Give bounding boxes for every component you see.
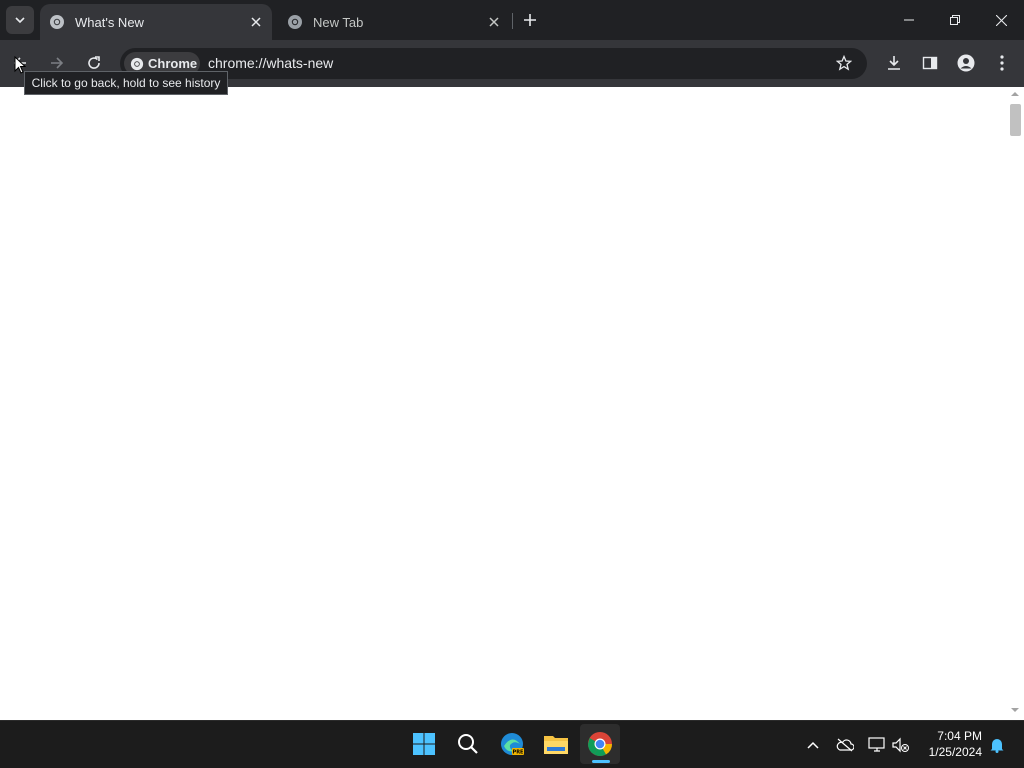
page-content[interactable]	[0, 87, 1007, 720]
restore-button[interactable]	[940, 6, 970, 34]
taskbar-edge-button[interactable]: PRE	[492, 724, 532, 764]
taskbar-search-button[interactable]	[448, 724, 488, 764]
tab-separator	[512, 13, 513, 29]
chevron-down-icon	[15, 17, 25, 24]
volume-tray-button[interactable]	[890, 734, 912, 756]
close-icon	[995, 14, 1007, 26]
mouse-cursor-icon	[14, 56, 26, 74]
profile-icon	[957, 54, 975, 72]
side-panel-button[interactable]	[916, 49, 944, 77]
restore-icon	[950, 15, 960, 25]
clock-time: 7:04 PM	[937, 729, 982, 743]
taskbar-file-explorer-button[interactable]	[536, 724, 576, 764]
bookmark-button[interactable]	[830, 49, 858, 77]
tab-title: New Tab	[313, 14, 364, 30]
network-tray-button[interactable]	[866, 734, 888, 756]
downloads-button[interactable]	[880, 49, 908, 77]
side-panel-icon	[922, 56, 938, 70]
tab-title: What's New	[75, 14, 144, 30]
edge-icon: PRE	[501, 733, 525, 756]
close-window-button[interactable]	[986, 6, 1016, 34]
network-icon	[868, 737, 885, 752]
taskbar-chrome-button[interactable]	[580, 724, 620, 764]
close-icon	[251, 17, 261, 27]
minimize-icon	[904, 19, 914, 21]
show-hidden-icons-button[interactable]	[802, 734, 824, 756]
menu-button[interactable]	[988, 49, 1016, 77]
tab-new-tab[interactable]: New Tab	[278, 4, 510, 40]
search-icon	[458, 734, 478, 754]
tab-search-button[interactable]	[6, 6, 34, 34]
active-app-indicator	[592, 760, 610, 763]
start-button[interactable]	[404, 724, 444, 764]
system-clock[interactable]: 7:04 PM 1/25/2024	[914, 728, 982, 760]
windows-start-icon	[413, 733, 435, 755]
reload-icon	[88, 56, 100, 69]
tab-close-button[interactable]	[484, 12, 504, 32]
tab-close-button[interactable]	[246, 12, 266, 32]
star-icon	[836, 55, 852, 71]
forward-arrow-icon	[51, 57, 64, 69]
svg-text:PRE: PRE	[513, 750, 525, 756]
profile-button[interactable]	[952, 49, 980, 77]
chrome-icon	[588, 732, 612, 757]
download-icon	[888, 56, 900, 70]
notification-bell-icon	[990, 739, 1004, 753]
file-explorer-icon	[544, 736, 568, 754]
scroll-down-arrow-icon[interactable]	[1009, 706, 1021, 714]
minimize-button[interactable]	[894, 6, 924, 34]
more-vert-icon	[1000, 55, 1004, 71]
site-chip-label: Chrome	[148, 56, 198, 71]
scrollbar[interactable]	[1007, 87, 1024, 720]
chrome-logo-icon	[130, 57, 144, 70]
onedrive-icon	[836, 738, 854, 752]
onedrive-tray-button[interactable]	[834, 734, 856, 756]
chrome-logo-icon	[288, 15, 302, 29]
chevron-up-icon	[807, 741, 819, 749]
new-tab-button[interactable]	[520, 10, 540, 30]
scrollbar-thumb[interactable]	[1010, 104, 1021, 136]
chrome-logo-icon	[50, 15, 64, 29]
url-text[interactable]: chrome://whats-new	[208, 55, 333, 71]
plus-icon	[524, 14, 536, 26]
close-icon	[489, 17, 499, 27]
scroll-up-arrow-icon[interactable]	[1009, 90, 1021, 98]
volume-muted-icon	[892, 737, 909, 753]
notifications-button[interactable]	[986, 734, 1008, 756]
clock-date: 1/25/2024	[928, 745, 982, 759]
tab-whats-new[interactable]: What's New	[40, 4, 272, 40]
back-button-tooltip: Click to go back, hold to see history	[24, 71, 228, 95]
